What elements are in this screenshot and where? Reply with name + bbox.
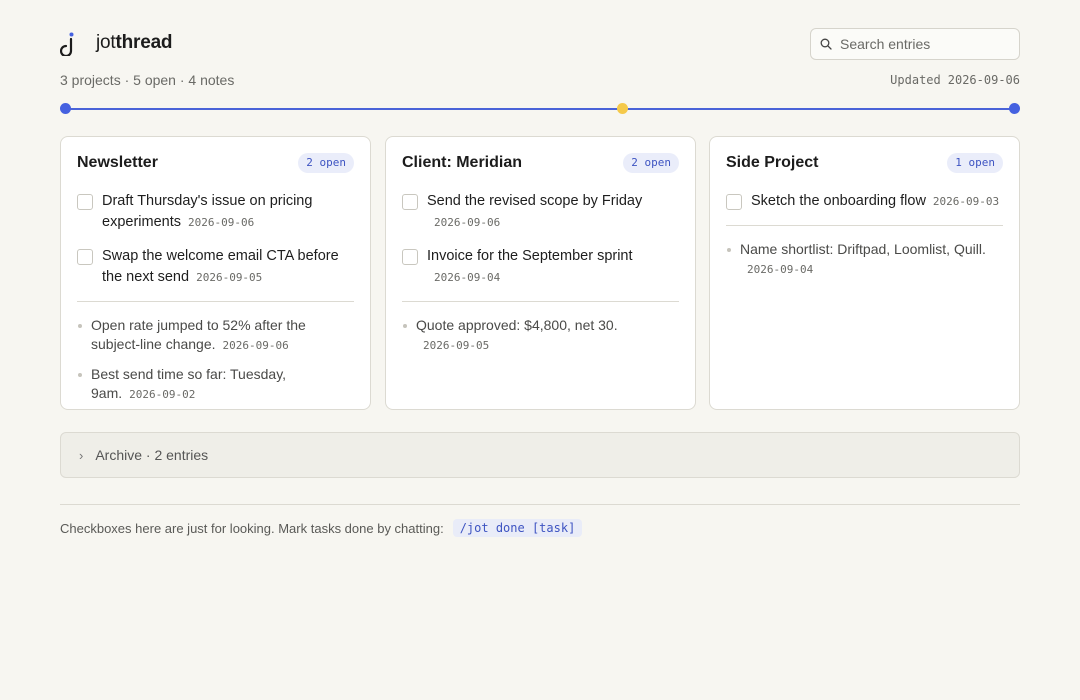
note-text: Name shortlist: Driftpad, Loomlist, Quil…	[740, 241, 986, 257]
note-date: 2026-09-06	[222, 339, 289, 352]
archive-toggle[interactable]: › Archive · 2 entries	[60, 432, 1020, 478]
card-divider	[402, 301, 679, 302]
timeline-marker-dot	[617, 103, 628, 114]
task-text: Send the revised scope by Friday	[427, 193, 643, 209]
task-checkbox[interactable]	[402, 249, 418, 265]
task-date: 2026-09-04	[434, 271, 501, 284]
task-list: Send the revised scope by Friday 2026-09-…	[402, 191, 679, 288]
card-header: Client: Meridian 2 open	[402, 137, 679, 191]
note-date: 2026-09-02	[129, 388, 196, 401]
note-item: Quote approved: $4,800, net 30. 2026-09-0…	[402, 316, 679, 355]
task-checkbox[interactable]	[402, 194, 418, 210]
project-card-side-project: Side Project 1 open Sketch the onboardin…	[709, 136, 1020, 410]
command-chip: /jot done [task]	[452, 519, 583, 537]
project-card-client-meridian: Client: Meridian 2 open Send the revised…	[385, 136, 696, 410]
task-text: Invoice for the September sprint	[427, 248, 633, 264]
note-list: Open rate jumped to 52% after the subjec…	[77, 316, 354, 404]
search-icon	[820, 38, 832, 50]
archive-label: Archive · 2 entries	[95, 447, 209, 463]
note-bullet	[727, 248, 731, 252]
footer-text: Checkboxes here are just for looking. Ma…	[60, 520, 444, 536]
task-date: 2026-09-06	[187, 216, 255, 229]
card-divider	[77, 301, 354, 302]
timeline	[60, 103, 1020, 115]
task-checkbox[interactable]	[77, 249, 93, 265]
jotthread-logo-icon	[60, 32, 74, 56]
card-divider	[726, 225, 1003, 226]
task-checkbox[interactable]	[77, 194, 93, 210]
open-count-badge: 2 open	[298, 153, 354, 173]
footer-divider	[60, 504, 1020, 505]
header: jotthread	[60, 28, 1020, 60]
task-item: Draft Thursday's issue on pricing experi…	[77, 191, 354, 233]
note-date: 2026-09-04	[747, 263, 814, 276]
note-date: 2026-09-05	[423, 339, 490, 352]
task-item: Send the revised scope by Friday 2026-09-…	[402, 191, 679, 233]
task-date: 2026-09-05	[196, 271, 263, 284]
task-date: 2026-09-06	[434, 216, 501, 229]
note-item: Name shortlist: Driftpad, Loomlist, Quil…	[726, 240, 1003, 279]
updated-stamp: Updated 2026-09-06	[890, 73, 1020, 87]
summary-stats: 3 projects · 5 open · 4 notes	[60, 72, 235, 88]
open-count-badge: 1 open	[947, 153, 1003, 173]
brand-name-light: jot	[96, 32, 116, 53]
project-title: Client: Meridian	[402, 154, 523, 171]
search-box[interactable]	[810, 28, 1020, 60]
updated-date: 2026-09-06	[947, 73, 1020, 87]
task-list: Sketch the onboarding flow 2026-09-03	[726, 191, 1003, 212]
note-bullet	[403, 324, 407, 328]
note-item: Best send time so far: Tuesday, 9am. 2026…	[77, 365, 354, 404]
note-text: Quote approved: $4,800, net 30.	[416, 317, 618, 333]
card-header: Side Project 1 open	[726, 137, 1003, 191]
note-bullet	[78, 373, 82, 377]
task-list: Draft Thursday's issue on pricing experi…	[77, 191, 354, 288]
project-card-newsletter: Newsletter 2 open Draft Thursday's issue…	[60, 136, 371, 410]
note-bullet	[78, 324, 82, 328]
project-title: Side Project	[726, 154, 819, 171]
note-list: Name shortlist: Driftpad, Loomlist, Quil…	[726, 240, 1003, 279]
brand-name: jotthread	[96, 32, 173, 54]
task-item: Swap the welcome email CTA before the ne…	[77, 246, 354, 288]
card-header: Newsletter 2 open	[77, 137, 354, 191]
footer-note: Checkboxes here are just for looking. Ma…	[60, 519, 583, 537]
task-date: 2026-09-03	[932, 195, 1000, 208]
timeline-start-dot	[60, 103, 71, 114]
timeline-line	[65, 108, 1015, 110]
chevron-right-icon: ›	[79, 447, 84, 463]
brand-name-bold: thread	[115, 32, 173, 53]
timeline-end-dot	[1009, 103, 1020, 114]
updated-label: Updated	[890, 73, 941, 87]
project-title: Newsletter	[77, 154, 158, 171]
note-list: Quote approved: $4,800, net 30. 2026-09-0…	[402, 316, 679, 355]
note-item: Open rate jumped to 52% after the subjec…	[77, 316, 354, 355]
open-count-badge: 2 open	[623, 153, 679, 173]
task-checkbox[interactable]	[726, 194, 742, 210]
task-text: Sketch the onboarding flow	[751, 193, 926, 209]
task-item: Sketch the onboarding flow 2026-09-03	[726, 191, 1003, 212]
task-item: Invoice for the September sprint 2026-09-…	[402, 246, 679, 288]
search-input[interactable]	[840, 36, 1000, 52]
